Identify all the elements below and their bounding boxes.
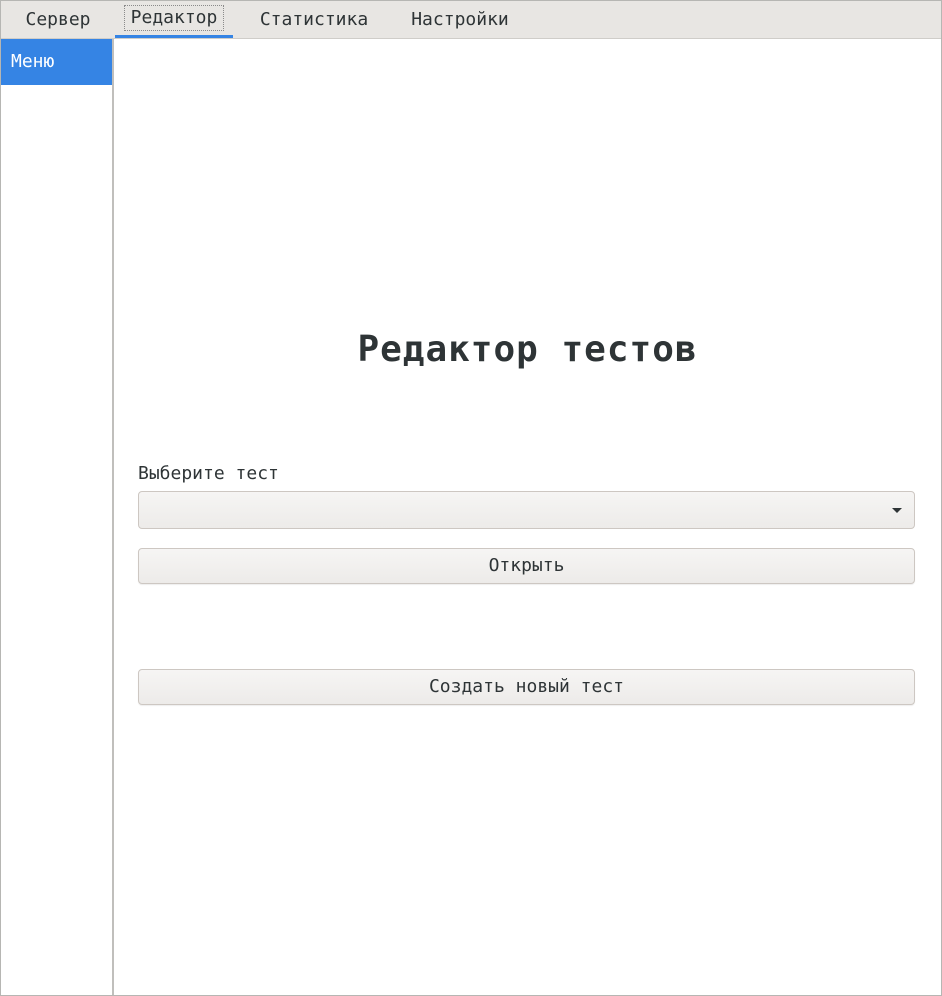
tab-statistics-label: Статистика [259,9,369,30]
tab-server[interactable]: Сервер [17,1,99,38]
sidebar-item-menu[interactable]: Меню [1,39,112,85]
editor-panel: Редактор тестов Выберите тест Открыть Со… [114,39,941,995]
tab-server-label: Сервер [25,9,91,30]
app-window: Сервер Редактор Статистика Настройки Мен… [0,0,942,996]
open-button[interactable]: Открыть [138,548,915,584]
create-new-test-button[interactable]: Создать новый тест [138,669,915,705]
tab-editor-label: Редактор [123,5,225,31]
test-select-dropdown[interactable] [138,491,915,529]
chevron-down-icon [892,508,902,513]
tab-bar: Сервер Редактор Статистика Настройки [1,1,941,39]
sidebar: Меню [1,39,114,995]
page-title: Редактор тестов [357,329,698,370]
tab-settings-label: Настройки [411,9,509,30]
tab-settings[interactable]: Настройки [400,1,520,38]
tab-editor[interactable]: Редактор [115,1,233,38]
sidebar-item-label: Меню [11,51,55,72]
select-test-label: Выберите тест [138,463,279,484]
tab-statistics[interactable]: Статистика [249,1,379,38]
